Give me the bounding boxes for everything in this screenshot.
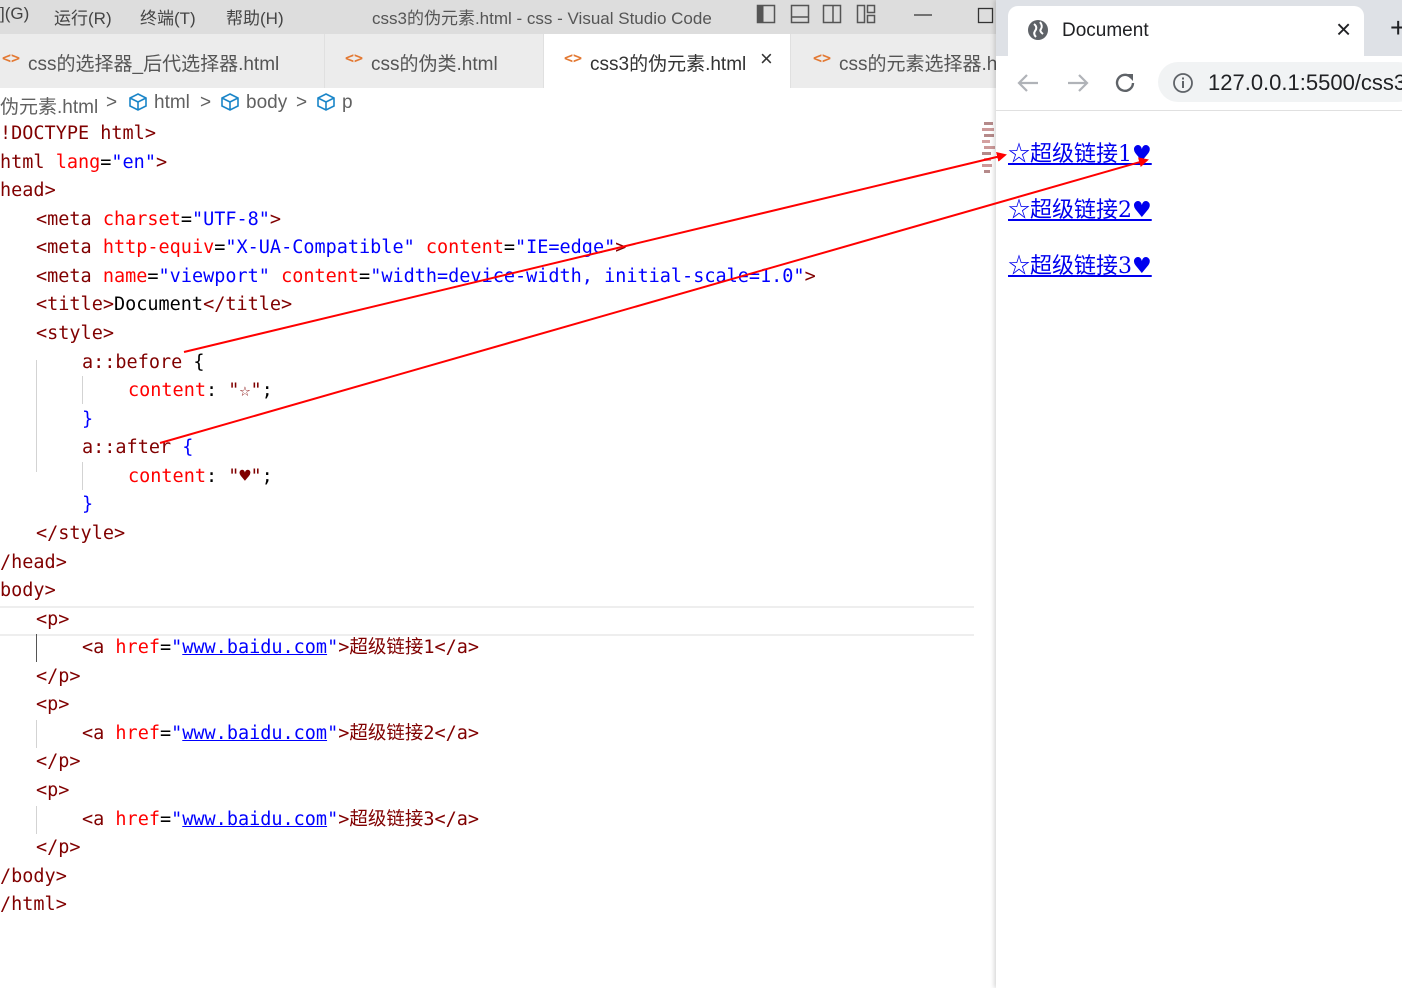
back-arrow-icon[interactable] <box>1016 70 1042 96</box>
breadcrumb-separator: > <box>200 92 212 113</box>
current-line-highlight <box>0 606 974 636</box>
breadcrumb-separator: > <box>106 92 118 113</box>
code-line-3: head> <box>0 180 56 201</box>
code-line-22: <a href="www.baidu.com">超级链接2</a> <box>82 723 480 744</box>
tab-label: css3的伪元素.html <box>590 54 747 75</box>
code-line-21: <p> <box>36 694 70 715</box>
code-line-8: <style> <box>36 323 114 344</box>
browser-tab-strip: Document × + <box>996 0 1402 56</box>
tab-css-element-selector[interactable]: <> css的元素选择器.h <box>791 34 996 88</box>
toggle-secondary-sidebar-icon[interactable] <box>822 4 842 24</box>
html-file-icon: <> <box>345 49 364 67</box>
link-paragraph-1: ☆超级链接1♥ <box>1008 136 1152 168</box>
code-line-13: content: "♥"; <box>128 466 273 487</box>
browser-page-content: ☆超级链接1♥ ☆超级链接2♥ ☆超级链接3♥ <box>996 110 1402 988</box>
globe-icon <box>1026 18 1050 42</box>
hyperlink-2[interactable]: ☆超级链接2♥ <box>1008 198 1152 223</box>
menu-item-help[interactable]: 帮助(H) <box>226 4 284 29</box>
code-line-5: <meta http-equiv="X-UA-Compatible" conte… <box>36 237 627 258</box>
link-paragraph-3: ☆超级链接3♥ <box>1008 248 1152 280</box>
element-cube-icon <box>128 92 148 112</box>
code-line-23: </p> <box>36 751 81 772</box>
browser-tab-document[interactable]: Document × <box>1008 6 1364 56</box>
menu-item-run[interactable]: 运行(R) <box>54 4 112 29</box>
element-cube-icon <box>220 92 240 112</box>
tab-label: css的元素选择器.h <box>839 54 996 75</box>
new-tab-icon[interactable]: + <box>1390 12 1402 44</box>
title-bar: ](G) 运行(R) 终端(T) 帮助(H) css3的伪元素.html - c… <box>0 0 996 34</box>
link-paragraph-2: ☆超级链接2♥ <box>1008 192 1152 224</box>
code-line-12: a::after { <box>82 437 194 458</box>
browser-window: Document × + 127.0.0.1:5500/css3 ☆超级链接1♥… <box>996 0 1402 988</box>
menu-item-go[interactable]: ](G) <box>0 4 29 24</box>
vscode-window: ](G) 运行(R) 终端(T) 帮助(H) css3的伪元素.html - c… <box>0 0 996 988</box>
code-line-16: /head> <box>0 552 67 573</box>
code-line-6: <meta name="viewport" content="width=dev… <box>36 266 816 287</box>
forward-arrow-icon[interactable] <box>1064 70 1090 96</box>
maximize-icon[interactable] <box>976 4 996 24</box>
tab-label: css的选择器_后代选择器.html <box>28 54 280 75</box>
code-line-10: content: "☆"; <box>128 380 273 401</box>
breadcrumb-body[interactable]: body <box>246 92 287 114</box>
breadcrumb: 伪元素.html > html > body > p <box>0 90 990 120</box>
indent-guide <box>36 806 37 834</box>
html-file-icon: <> <box>564 49 583 67</box>
breadcrumb-file[interactable]: 伪元素.html <box>0 92 98 119</box>
code-line-11: } <box>82 409 94 430</box>
info-icon[interactable] <box>1172 72 1194 94</box>
code-line-2: html lang="en"> <box>0 152 168 173</box>
code-line-14: } <box>82 494 94 515</box>
tab-css-pseudo-class[interactable]: <> css的伪类.html <box>325 34 544 88</box>
code-line-24: <p> <box>36 780 70 801</box>
customize-layout-icon[interactable] <box>856 4 876 24</box>
minimize-icon[interactable] <box>912 4 934 24</box>
tab-css-descendant-selector[interactable]: <> css的选择器_后代选择器.html <box>0 34 325 88</box>
minimap[interactable] <box>982 120 996 176</box>
code-line-25: <a href="www.baidu.com">超级链接3</a> <box>82 809 480 830</box>
menu-item-terminal[interactable]: 终端(T) <box>140 4 196 29</box>
browser-tab-close-icon[interactable]: × <box>1336 14 1351 45</box>
breadcrumb-separator: > <box>296 92 308 113</box>
editor-tab-bar: <> css的选择器_后代选择器.html <> css的伪类.html <> … <box>0 34 996 88</box>
element-cube-icon <box>316 92 336 112</box>
code-line-27: /body> <box>0 866 67 887</box>
hyperlink-1[interactable]: ☆超级链接1♥ <box>1008 142 1152 167</box>
tab-label: css的伪类.html <box>371 54 498 75</box>
code-line-1: !DOCTYPE html> <box>0 123 156 144</box>
breadcrumb-html[interactable]: html <box>154 92 190 114</box>
code-line-18: <p> <box>36 609 70 630</box>
tab-css3-pseudo-element[interactable]: <> css3的伪元素.html × <box>544 34 791 88</box>
url-text: 127.0.0.1:5500/css3 <box>1208 70 1402 95</box>
code-editor[interactable]: !DOCTYPE html> html lang="en"> head> <me… <box>0 120 990 980</box>
code-line-26: </p> <box>36 837 81 858</box>
hyperlink-3[interactable]: ☆超级链接3♥ <box>1008 254 1152 279</box>
browser-toolbar: 127.0.0.1:5500/css3 <box>996 56 1402 111</box>
code-line-28: /html> <box>0 894 67 915</box>
breadcrumb-p[interactable]: p <box>342 92 353 114</box>
tab-close-icon[interactable]: × <box>760 46 773 72</box>
address-bar[interactable]: 127.0.0.1:5500/css3 <box>1158 62 1402 102</box>
code-line-7: <title>Document</title> <box>36 294 293 315</box>
code-line-20: </p> <box>36 666 81 687</box>
toggle-panel-icon[interactable] <box>790 4 810 24</box>
code-line-19: <a href="www.baidu.com">超级链接1</a> <box>82 637 480 658</box>
browser-tab-title: Document <box>1062 20 1149 41</box>
toggle-sidebar-icon[interactable] <box>756 4 776 24</box>
reload-icon[interactable] <box>1112 70 1138 96</box>
code-line-15: </style> <box>36 523 126 544</box>
indent-guide-active <box>36 634 37 662</box>
indent-guide <box>82 462 83 490</box>
code-line-17: body> <box>0 580 56 601</box>
code-line-9: a::before { <box>82 352 205 373</box>
indent-guide <box>36 720 37 748</box>
html-file-icon: <> <box>813 49 832 67</box>
indent-guide <box>36 360 37 472</box>
html-file-icon: <> <box>2 49 21 67</box>
code-line-4: <meta charset="UTF-8"> <box>36 209 282 230</box>
window-title: css3的伪元素.html - css - Visual Studio Code <box>372 9 712 28</box>
indent-guide <box>82 376 83 404</box>
